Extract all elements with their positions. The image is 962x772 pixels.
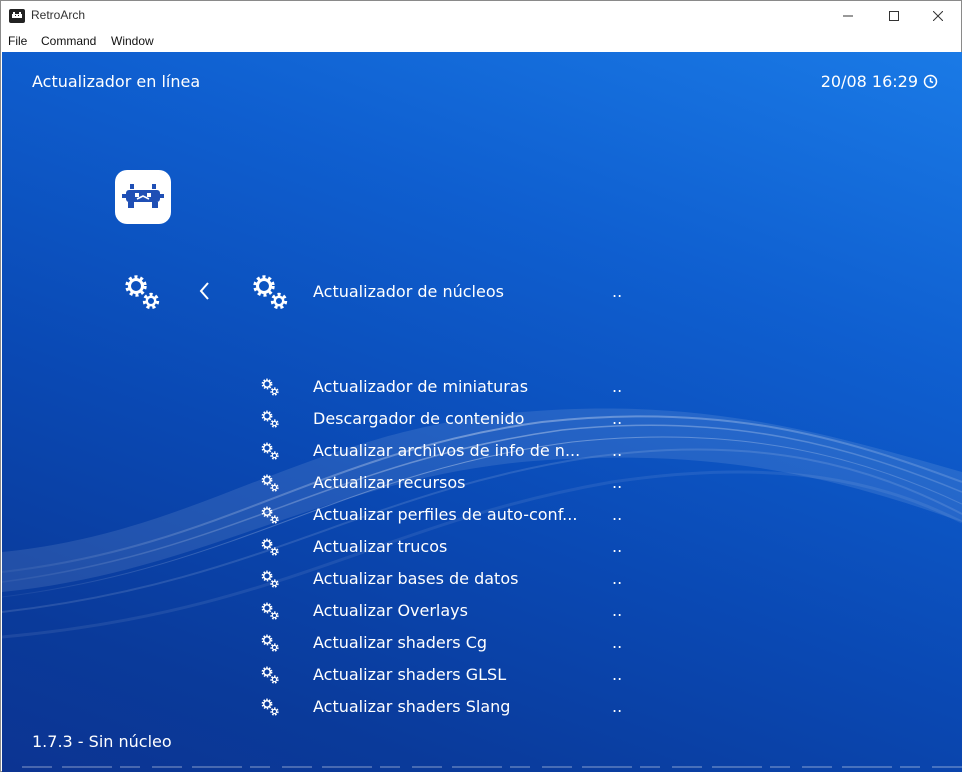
- menu-bar: File Command Window: [1, 31, 961, 52]
- app-window: RetroArch File Command Window Actualizad…: [0, 0, 962, 772]
- gears-icon: [261, 666, 279, 684]
- menu-item-value: ..: [612, 569, 623, 588]
- menu-item-selected[interactable]: Actualizador de núcleos ..: [2, 278, 962, 310]
- maximize-button[interactable]: [871, 1, 917, 31]
- minimize-button[interactable]: [825, 1, 871, 31]
- menu-item[interactable]: Actualizar Overlays..: [2, 598, 962, 630]
- gears-icon: [261, 634, 279, 652]
- menu-item-label: Actualizar recursos: [313, 473, 466, 492]
- close-button[interactable]: [915, 1, 961, 31]
- menu-item-value: ..: [612, 282, 623, 301]
- menu-file[interactable]: File: [8, 34, 27, 48]
- gears-icon: [261, 474, 279, 492]
- gears-icon: [261, 378, 279, 396]
- menu-item-label: Actualizar perfiles de auto-conf...: [313, 505, 578, 524]
- gears-icon: [261, 570, 279, 588]
- page-title: Actualizador en línea: [32, 72, 201, 91]
- gears-icon: [261, 410, 279, 428]
- retroarch-menu: Actualizador en línea 20/08 16:29 Actual…: [2, 52, 962, 772]
- gears-icon: [261, 602, 279, 620]
- menu-item[interactable]: Actualizar shaders GLSL..: [2, 662, 962, 694]
- gears-icon: [261, 538, 279, 556]
- clock: 20/08 16:29: [821, 72, 938, 91]
- menu-item[interactable]: Actualizar recursos..: [2, 470, 962, 502]
- menu-item-label: Actualizar archivos de info de n...: [313, 441, 581, 460]
- menu-item-label: Actualizar shaders GLSL: [313, 665, 507, 684]
- menu-item[interactable]: Actualizar perfiles de auto-conf.....: [2, 502, 962, 534]
- maximize-icon: [889, 11, 899, 21]
- close-icon: [933, 11, 943, 21]
- menu-item-value: ..: [612, 377, 623, 396]
- menu-command[interactable]: Command: [41, 34, 96, 48]
- menu-item-value: ..: [612, 633, 623, 652]
- menu-item-value: ..: [612, 697, 623, 716]
- retroarch-logo: [115, 170, 171, 224]
- gears-icon: [261, 698, 279, 716]
- menu-item-value: ..: [612, 409, 623, 428]
- minimize-icon: [843, 15, 853, 17]
- menu-item[interactable]: Actualizar shaders Cg..: [2, 630, 962, 662]
- menu-item-label: Actualizar shaders Slang: [313, 697, 511, 716]
- menu-item-value: ..: [612, 441, 623, 460]
- menu-item[interactable]: Actualizador de miniaturas..: [2, 374, 962, 406]
- menu-item-value: ..: [612, 473, 623, 492]
- clock-text: 20/08 16:29: [820, 72, 918, 91]
- menu-item[interactable]: Actualizar trucos..: [2, 534, 962, 566]
- menu-window[interactable]: Window: [111, 34, 154, 48]
- menu-item-value: ..: [612, 537, 623, 556]
- title-bar[interactable]: RetroArch: [1, 1, 961, 31]
- menu-item[interactable]: Actualizar shaders Slang..: [2, 694, 962, 726]
- window-title: RetroArch: [31, 8, 86, 22]
- menu-item-label: Actualizar trucos: [313, 537, 448, 556]
- menu-item[interactable]: Descargador de contenido..: [2, 406, 962, 438]
- retroarch-icon: [9, 9, 25, 23]
- retroarch-logo-icon: [122, 184, 164, 208]
- version-text: 1.7.3 - Sin núcleo: [32, 732, 172, 751]
- menu-item-label: Actualizador de miniaturas: [313, 377, 529, 396]
- menu-item-label: Descargador de contenido: [313, 409, 525, 428]
- menu-item-value: ..: [612, 601, 623, 620]
- gears-icon: [261, 506, 279, 524]
- menu-item[interactable]: Actualizar archivos de info de n.....: [2, 438, 962, 470]
- menu-item-label: Actualizar Overlays: [313, 601, 468, 620]
- clock-icon: [923, 74, 938, 89]
- gears-icon: [261, 442, 279, 460]
- menu-item-value: ..: [612, 665, 623, 684]
- menu-item[interactable]: Actualizar bases de datos..: [2, 566, 962, 598]
- menu-item-label: Actualizador de núcleos: [313, 282, 504, 301]
- menu-item-label: Actualizar shaders Cg: [313, 633, 488, 652]
- menu-item-value: ..: [612, 505, 623, 524]
- menu-item-label: Actualizar bases de datos: [313, 569, 519, 588]
